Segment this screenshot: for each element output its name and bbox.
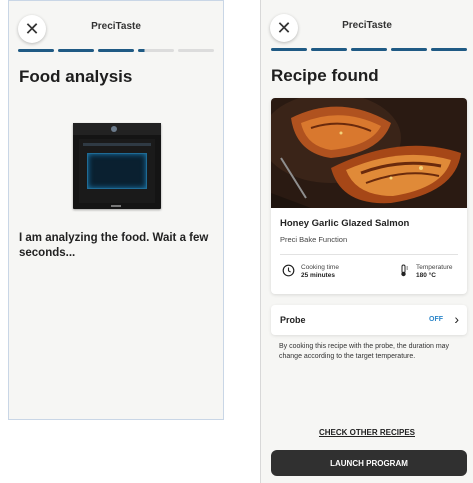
clock-icon [282, 264, 295, 277]
page-title: Food analysis [19, 67, 133, 86]
top-bar: ✕ PreciTaste [261, 0, 473, 46]
cooking-time-label: Cooking time [301, 264, 339, 271]
top-bar: ✕ PreciTaste [9, 1, 223, 47]
divider [280, 254, 458, 255]
temperature-stat: Temperature 180 °C [397, 264, 453, 280]
probe-description: By cooking this recipe with the probe, t… [279, 343, 450, 360]
probe-setting-row[interactable]: Probe OFF › [271, 305, 467, 335]
page-title: Recipe found [271, 66, 379, 85]
progress-segment [98, 49, 134, 52]
analyzing-message: I am analyzing the food. Wait a few seco… [19, 232, 209, 259]
progress-segment [178, 49, 214, 52]
check-other-recipes-link[interactable]: CHECK OTHER RECIPES [261, 428, 473, 437]
recipe-card[interactable]: Honey Garlic Glazed Salmon Preci Bake Fu… [271, 98, 467, 294]
chevron-right-icon: › [454, 311, 459, 327]
progress-segment [391, 48, 427, 51]
launch-program-button[interactable]: LAUNCH PROGRAM [271, 450, 467, 476]
recipe-found-screen: ✕ PreciTaste Recipe found Honey Garlic G… [260, 0, 473, 483]
thermometer-icon [401, 264, 408, 277]
food-analysis-screen: ✕ PreciTaste Food analysis I am analyzin… [8, 0, 224, 420]
progress-segment [311, 48, 347, 51]
progress-segment [431, 48, 467, 51]
probe-label: Probe [280, 315, 306, 325]
recipe-name: Honey Garlic Glazed Salmon [280, 218, 410, 229]
progress-segment [138, 49, 174, 52]
temperature-value: 180 °C [416, 272, 436, 279]
progress-bar [271, 48, 467, 51]
progress-segment [351, 48, 387, 51]
temperature-label: Temperature [416, 264, 453, 271]
probe-status-badge: OFF [429, 316, 443, 323]
progress-bar [18, 49, 214, 52]
progress-segment [58, 49, 94, 52]
progress-segment [271, 48, 307, 51]
recipe-function: Preci Bake Function [280, 235, 348, 244]
app-title: PreciTaste [91, 21, 141, 32]
salmon-dish-image [271, 98, 467, 208]
cooking-time-value: 25 minutes [301, 272, 335, 279]
progress-segment [18, 49, 54, 52]
oven-image [73, 123, 161, 209]
cooking-time-stat: Cooking time 25 minutes [282, 264, 339, 280]
app-title: PreciTaste [342, 20, 392, 31]
